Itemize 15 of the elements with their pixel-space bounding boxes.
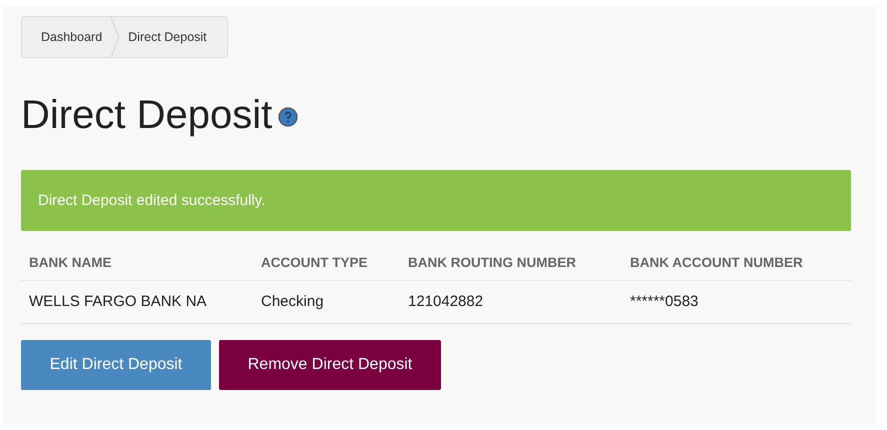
column-header: ACCOUNT TYPE — [253, 243, 400, 280]
table-cell: Checking — [253, 280, 400, 324]
table-cell: ******0583 — [622, 280, 851, 324]
alert-message: Direct Deposit edited successfully. — [38, 192, 266, 209]
column-header: BANK ROUTING NUMBER — [400, 243, 622, 280]
breadcrumb-link[interactable]: Direct Deposit — [128, 30, 215, 44]
help-icon[interactable] — [278, 107, 298, 127]
table-cell: WELLS FARGO BANK NA — [21, 280, 253, 324]
breadcrumb-link[interactable]: Dashboard — [41, 30, 110, 44]
table-cell: 121042882 — [400, 280, 622, 324]
column-header: BANK NAME — [21, 243, 253, 280]
edit-button[interactable]: Edit Direct Deposit — [21, 340, 211, 390]
column-header: BANK ACCOUNT NUMBER — [622, 243, 851, 280]
page-title: Direct Deposit — [21, 92, 272, 138]
remove-button[interactable]: Remove Direct Deposit — [219, 340, 441, 390]
